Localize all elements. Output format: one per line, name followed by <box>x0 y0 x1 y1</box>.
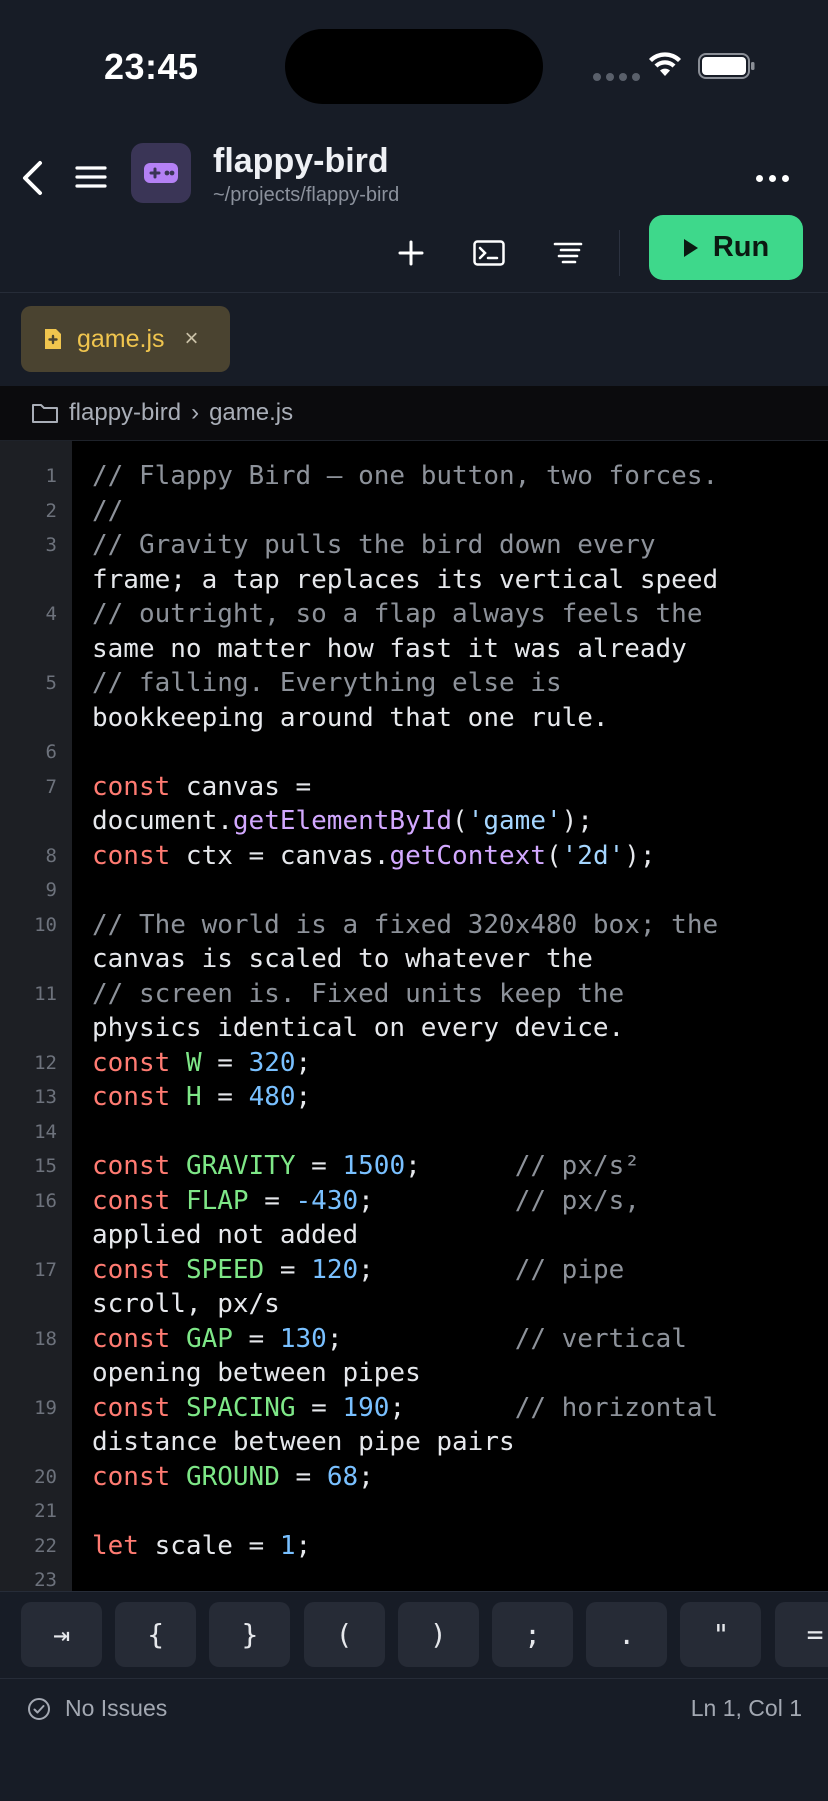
line-number: 20 <box>34 1465 57 1488</box>
back-button[interactable] <box>20 156 52 200</box>
chevron-left-icon <box>23 161 42 195</box>
line-number: 14 <box>34 1120 57 1143</box>
line-number: 6 <box>45 741 57 763</box>
code-text: const W = 320; <box>92 1047 312 1078</box>
wifi-icon <box>649 52 681 76</box>
tab-label: game.js <box>77 324 165 353</box>
status-bar: 23:45 <box>0 0 828 130</box>
line-number: 18 <box>34 1327 57 1350</box>
code-text: // <box>92 495 124 526</box>
line-number: 16 <box>34 1189 57 1212</box>
line-number: 12 <box>34 1051 57 1074</box>
tab-game-js[interactable]: game.js × <box>21 306 230 372</box>
line-number: 13 <box>34 1086 57 1108</box>
cursor-position[interactable]: Ln 1, Col 1 <box>691 1695 802 1722</box>
project-path: ~/projects/flappy-bird <box>213 184 400 206</box>
hamburger-icon <box>75 166 107 188</box>
toolbar-divider <box>619 230 620 276</box>
editor-header: flappy-bird ~/projects/flappy-bird Run <box>0 130 828 293</box>
plus-icon <box>398 240 424 266</box>
project-icon <box>131 143 191 203</box>
line-number: 8 <box>45 844 57 867</box>
code-text: const GRAVITY = 1500; // px/s² <box>92 1151 640 1181</box>
terminal-button[interactable] <box>467 231 511 275</box>
close-tab-icon[interactable]: × <box>185 325 199 353</box>
symbol-key[interactable]: ) <box>397 1602 479 1667</box>
code-text: const SPEED = 120; // pipe scroll, px/s <box>92 1254 625 1320</box>
symbol-key[interactable]: ⇥ <box>21 1602 102 1667</box>
run-button[interactable]: Run <box>649 215 803 280</box>
issues-label: No Issues <box>65 1695 168 1721</box>
code-text: const ctx = canvas.getContext('2d'); <box>92 840 656 871</box>
line-number: 23 <box>34 1569 57 1591</box>
play-icon <box>683 238 698 257</box>
line-number: 10 <box>34 913 57 936</box>
breadcrumb-separator: › <box>191 399 200 426</box>
new-file-button[interactable] <box>389 231 433 275</box>
line-number: 3 <box>45 534 57 556</box>
battery-icon <box>698 53 755 79</box>
more-options-button[interactable] <box>752 166 792 190</box>
code-text: // outright, so a flap always feels the … <box>92 599 703 664</box>
cellular-signal-icon <box>593 73 640 81</box>
project-title: flappy-bird <box>213 142 389 180</box>
breadcrumb: flappy-bird › game.js <box>0 386 828 441</box>
code-text: const GAP = 130; // vertical opening bet… <box>92 1323 687 1389</box>
line-number: 7 <box>45 775 57 798</box>
folder-icon <box>32 404 58 423</box>
js-file-icon <box>45 329 61 349</box>
align-lines-icon <box>553 242 583 264</box>
line-number: 2 <box>45 499 57 522</box>
code-text: let scale = 1; <box>92 1530 312 1561</box>
line-number: 11 <box>34 982 57 1005</box>
symbol-key[interactable]: ( <box>303 1602 385 1667</box>
dynamic-island <box>285 29 543 104</box>
symbol-key[interactable]: } <box>209 1602 291 1667</box>
code-text: const FLAP = -430; // px/s, applied not … <box>92 1185 640 1251</box>
symbol-key-row: ⇥{}();. " = <box>0 1591 828 1678</box>
code-text: // falling. Everything else is bookkeepi… <box>92 668 609 733</box>
code-text: const SPACING = 190; // horizontal dista… <box>92 1392 719 1458</box>
clock: 23:45 <box>104 46 199 87</box>
breadcrumb-folder[interactable]: flappy-bird <box>69 399 181 427</box>
line-number: 9 <box>45 879 57 901</box>
code-text: const canvas = document.getElementById('… <box>92 771 593 837</box>
line-number: 1 <box>45 465 57 487</box>
terminal-icon <box>473 240 505 266</box>
format-button[interactable] <box>546 231 590 275</box>
line-number: 5 <box>45 672 57 694</box>
code-text: const GROUND = 68; <box>92 1461 374 1492</box>
problems-indicator[interactable]: No Issues <box>27 1695 167 1722</box>
code-editor[interactable]: 1 // Flappy Bird — one button, two forces… <box>0 441 828 1591</box>
line-number: 22 <box>34 1534 57 1557</box>
symbol-key[interactable]: ; <box>492 1602 573 1667</box>
line-number: 19 <box>34 1396 57 1419</box>
code-text: // Gravity pulls the bird down every fra… <box>92 530 719 595</box>
gamepad-icon <box>144 163 178 183</box>
code-text: // The world is a fixed 320x480 box; the… <box>92 909 719 975</box>
line-number: 4 <box>45 603 57 625</box>
run-label: Run <box>712 231 770 263</box>
line-number: 15 <box>34 1155 57 1177</box>
check-circle-icon <box>28 1697 50 1720</box>
code-text: const H = 480; <box>92 1082 312 1112</box>
code-text: // screen is. Fixed units keep the physi… <box>92 978 625 1044</box>
line-number: 21 <box>34 1500 57 1522</box>
symbol-key[interactable]: = <box>774 1602 828 1667</box>
breadcrumb-file[interactable]: game.js <box>209 399 293 427</box>
code-text: // Flappy Bird — one button, two forces. <box>92 461 719 491</box>
symbol-key[interactable]: " <box>680 1602 762 1667</box>
symbol-key[interactable]: { <box>115 1602 197 1667</box>
file-tab-bar: game.js × <box>0 294 828 386</box>
symbol-key[interactable]: . <box>586 1602 668 1667</box>
line-number: 17 <box>34 1258 57 1281</box>
menu-button[interactable] <box>74 160 108 194</box>
editor-status-bar: No Issues Ln 1, Col 1 <box>0 1678 828 1801</box>
